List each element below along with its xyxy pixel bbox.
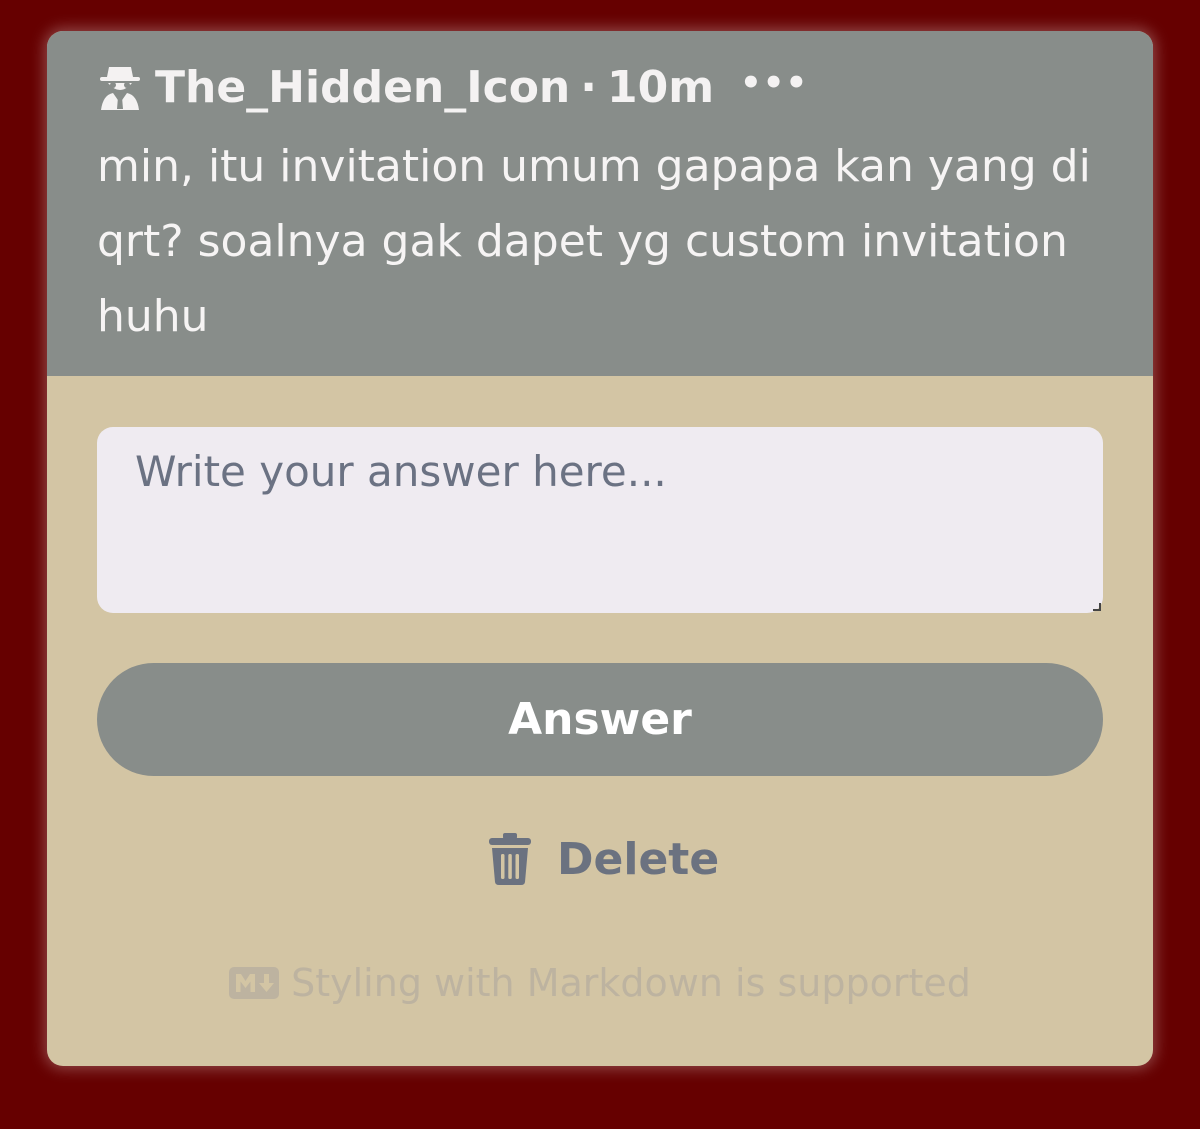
card-header: The_Hidden_Icon · 10m ••• min, itu invit… <box>47 31 1153 376</box>
more-icon[interactable]: ••• <box>740 63 808 103</box>
question-text: min, itu invitation umum gapapa kan yang… <box>97 141 1091 342</box>
spy-icon <box>100 67 140 110</box>
markdown-note: Styling with Markdown is supported <box>47 958 1153 1008</box>
post-time: 10m <box>606 61 715 113</box>
answer-button[interactable]: Answer <box>97 663 1103 776</box>
post-meta: The_Hidden_Icon · 10m ••• <box>97 57 808 117</box>
question-card: The_Hidden_Icon · 10m ••• min, itu invit… <box>47 31 1153 1066</box>
answer-input[interactable] <box>97 427 1103 613</box>
resize-handle[interactable] <box>1093 603 1101 611</box>
delete-button[interactable]: Delete <box>487 826 719 892</box>
username[interactable]: The_Hidden_Icon <box>155 62 570 113</box>
markdown-icon <box>229 967 280 999</box>
meta-separator: · <box>580 61 597 113</box>
markdown-note-text: Styling with Markdown is supported <box>291 961 971 1005</box>
trash-icon <box>489 833 531 885</box>
delete-label: Delete <box>557 833 720 885</box>
